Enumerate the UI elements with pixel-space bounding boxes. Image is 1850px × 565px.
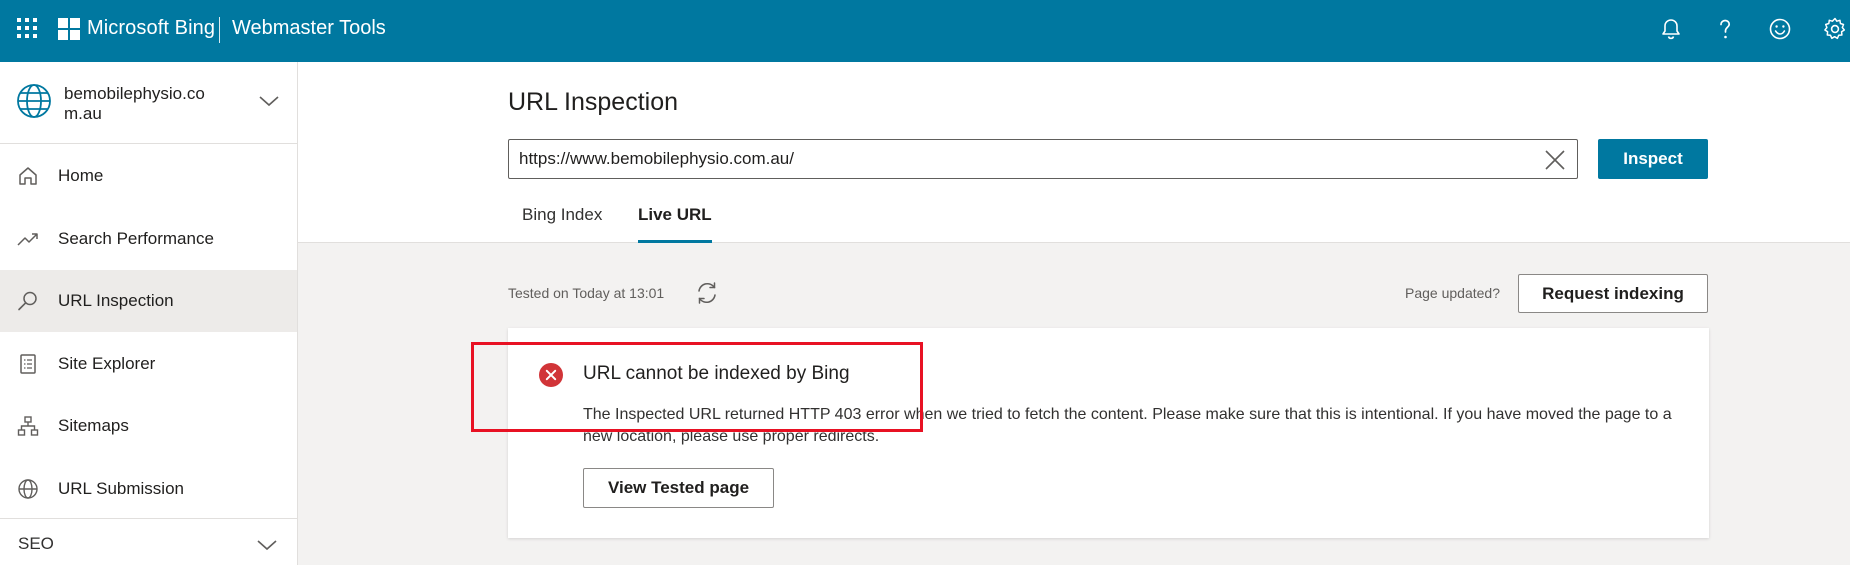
help-icon[interactable] <box>1712 16 1738 42</box>
search-icon <box>18 291 37 311</box>
globe-icon <box>18 479 38 499</box>
top-bar: Microsoft Bing Webmaster Tools <box>0 0 1850 62</box>
sidebar-item-label: Home <box>58 166 104 185</box>
sidebar-item-search-performance[interactable]: Search Performance <box>0 208 297 270</box>
chevron-down-icon[interactable] <box>258 93 280 109</box>
trend-icon <box>17 233 38 246</box>
sidebar-item-sitemaps[interactable]: Sitemaps <box>0 395 297 457</box>
document-list-icon <box>20 354 36 374</box>
result-description: The Inspected URL returned HTTP 403 erro… <box>583 406 1672 445</box>
url-input[interactable] <box>519 148 1519 170</box>
sidebar-item-label: URL Submission <box>58 479 184 498</box>
sidebar-item-label: Search Performance <box>58 229 214 248</box>
brand-name[interactable]: Microsoft Bing <box>87 17 215 40</box>
close-icon[interactable] <box>1542 147 1568 173</box>
tab-live-url[interactable]: Live URL <box>638 205 712 243</box>
globe-icon <box>17 84 51 118</box>
tested-timestamp: Tested on Today at 13:01 <box>508 285 665 301</box>
result-title: URL cannot be indexed by Bing <box>583 363 850 384</box>
site-name: bemobilephysio.com.au <box>64 84 205 123</box>
active-tab-indicator <box>638 240 712 243</box>
url-input-box[interactable] <box>508 139 1578 179</box>
brand-divider <box>219 17 220 43</box>
result-card: URL cannot be indexed by Bing The Inspec… <box>508 328 1709 538</box>
sitemap-icon <box>17 416 39 436</box>
sidebar-item-site-explorer[interactable]: Site Explorer <box>0 333 297 395</box>
page-title: URL Inspection <box>508 88 678 116</box>
sidebar-section-seo[interactable]: SEO <box>0 518 297 565</box>
tab-label: Live URL <box>638 205 712 224</box>
request-indexing-button[interactable]: Request indexing <box>1518 274 1708 313</box>
product-name[interactable]: Webmaster Tools <box>232 17 386 40</box>
section-label: SEO <box>18 534 54 553</box>
chevron-down-icon[interactable] <box>256 537 278 553</box>
home-icon <box>19 167 37 185</box>
waffle-icon[interactable] <box>16 17 38 39</box>
sidebar-item-home[interactable]: Home <box>0 145 297 207</box>
settings-icon[interactable] <box>1822 16 1848 42</box>
error-icon <box>539 363 563 387</box>
feedback-icon[interactable] <box>1767 16 1793 42</box>
site-selector[interactable]: bemobilephysio.com.au <box>0 62 297 144</box>
sidebar-item-label: Site Explorer <box>58 354 156 373</box>
sidebar-item-url-inspection[interactable]: URL Inspection <box>0 270 297 332</box>
sidebar-item-url-submission[interactable]: URL Submission <box>0 458 297 520</box>
inspect-button[interactable]: Inspect <box>1598 139 1708 179</box>
view-tested-page-button[interactable]: View Tested page <box>583 468 774 508</box>
notification-icon[interactable] <box>1658 16 1684 42</box>
microsoft-logo-icon <box>58 18 80 40</box>
sidebar: bemobilephysio.com.au Home Search Perfor… <box>0 62 298 565</box>
page-updated-label: Page updated? <box>1405 285 1500 301</box>
tab-label: Bing Index <box>522 205 603 224</box>
refresh-icon[interactable] <box>694 280 720 306</box>
inspection-header: URL Inspection Inspect Bing Index Live U… <box>298 62 1850 243</box>
tab-bing-index[interactable]: Bing Index <box>522 205 602 243</box>
sidebar-item-label: URL Inspection <box>58 291 174 310</box>
sidebar-item-label: Sitemaps <box>58 416 129 435</box>
